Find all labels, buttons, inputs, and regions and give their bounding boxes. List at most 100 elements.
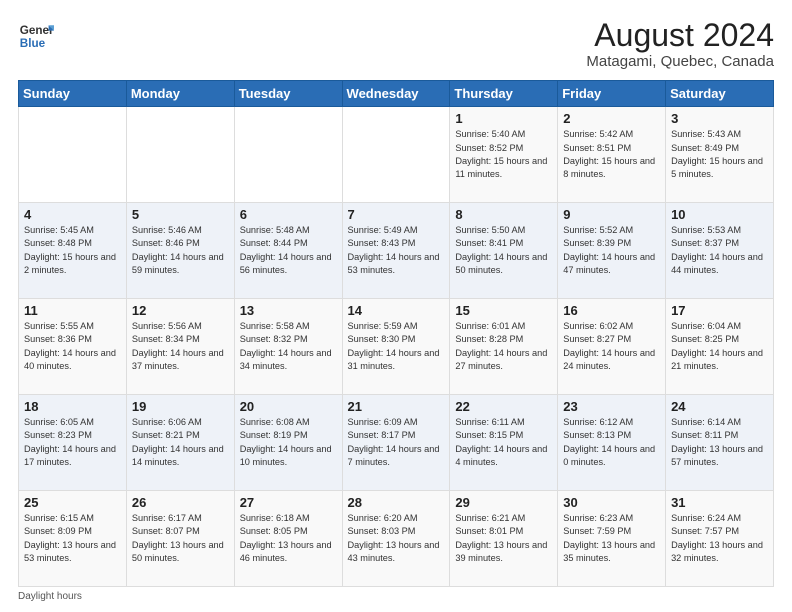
calendar-cell: 6Sunrise: 5:48 AM Sunset: 8:44 PM Daylig… <box>234 203 342 299</box>
main-title: August 2024 <box>586 18 774 53</box>
day-info: Sunrise: 5:55 AM Sunset: 8:36 PM Dayligh… <box>24 320 121 373</box>
day-info: Sunrise: 6:06 AM Sunset: 8:21 PM Dayligh… <box>132 416 229 469</box>
day-number: 25 <box>24 495 121 510</box>
day-number: 4 <box>24 207 121 222</box>
calendar-cell: 19 Sunrise: 6:06 AM Sunset: 8:21 PM Dayli… <box>126 395 234 491</box>
day-number: 1 <box>455 111 552 126</box>
week-row-4: 18 Sunrise: 6:05 AM Sunset: 8:23 PM Dayli… <box>19 395 774 491</box>
calendar-cell: 7Sunrise: 5:49 AM Sunset: 8:43 PM Daylig… <box>342 203 450 299</box>
calendar-cell: 18 Sunrise: 6:05 AM Sunset: 8:23 PM Dayli… <box>19 395 127 491</box>
calendar-cell: 25 Sunrise: 6:15 AM Sunset: 8:09 PM Dayli… <box>19 491 127 587</box>
calendar-cell: 10 Sunrise: 5:53 AM Sunset: 8:37 PM Dayli… <box>666 203 774 299</box>
day-number: 23 <box>563 399 660 414</box>
generalblue-logo-icon: General Blue <box>18 18 54 54</box>
day-number: 11 <box>24 303 121 318</box>
day-info: Sunrise: 6:17 AM Sunset: 8:07 PM Dayligh… <box>132 512 229 565</box>
day-number: 6 <box>240 207 337 222</box>
day-number: 10 <box>671 207 768 222</box>
day-info: Sunrise: 5:56 AM Sunset: 8:34 PM Dayligh… <box>132 320 229 373</box>
week-row-3: 11 Sunrise: 5:55 AM Sunset: 8:36 PM Dayli… <box>19 299 774 395</box>
week-row-1: 1 Sunrise: 5:40 AM Sunset: 8:52 PM Daylig… <box>19 107 774 203</box>
day-number: 19 <box>132 399 229 414</box>
calendar-cell: 8 Sunrise: 5:50 AM Sunset: 8:41 PM Daylig… <box>450 203 558 299</box>
svg-text:Blue: Blue <box>20 37 46 50</box>
logo: General Blue <box>18 18 54 54</box>
day-number: 2 <box>563 111 660 126</box>
calendar-cell: 13 Sunrise: 5:58 AM Sunset: 8:32 PM Dayli… <box>234 299 342 395</box>
day-info: Sunrise: 6:11 AM Sunset: 8:15 PM Dayligh… <box>455 416 552 469</box>
calendar-cell <box>19 107 127 203</box>
weekday-header-tuesday: Tuesday <box>234 81 342 107</box>
day-info: Sunrise: 5:43 AM Sunset: 8:49 PM Dayligh… <box>671 128 768 181</box>
title-block: August 2024 Matagami, Quebec, Canada <box>586 18 774 70</box>
weekday-header-monday: Monday <box>126 81 234 107</box>
day-info: Sunrise: 5:40 AM Sunset: 8:52 PM Dayligh… <box>455 128 552 181</box>
day-number: 20 <box>240 399 337 414</box>
day-info: Sunrise: 6:15 AM Sunset: 8:09 PM Dayligh… <box>24 512 121 565</box>
calendar-cell: 5 Sunrise: 5:46 AM Sunset: 8:46 PM Daylig… <box>126 203 234 299</box>
calendar-cell: 30Sunrise: 6:23 AM Sunset: 7:59 PM Dayli… <box>558 491 666 587</box>
calendar-cell: 3 Sunrise: 5:43 AM Sunset: 8:49 PM Daylig… <box>666 107 774 203</box>
day-info: Sunrise: 5:58 AM Sunset: 8:32 PM Dayligh… <box>240 320 337 373</box>
calendar-cell <box>234 107 342 203</box>
day-info: Sunrise: 5:59 AM Sunset: 8:30 PM Dayligh… <box>348 320 445 373</box>
day-number: 18 <box>24 399 121 414</box>
day-info: Sunrise: 5:52 AM Sunset: 8:39 PM Dayligh… <box>563 224 660 277</box>
day-number: 28 <box>348 495 445 510</box>
day-info: Sunrise: 6:21 AM Sunset: 8:01 PM Dayligh… <box>455 512 552 565</box>
calendar-cell: 21Sunrise: 6:09 AM Sunset: 8:17 PM Dayli… <box>342 395 450 491</box>
day-info: Sunrise: 6:01 AM Sunset: 8:28 PM Dayligh… <box>455 320 552 373</box>
day-number: 9 <box>563 207 660 222</box>
day-number: 8 <box>455 207 552 222</box>
day-number: 21 <box>348 399 445 414</box>
calendar-cell: 9 Sunrise: 5:52 AM Sunset: 8:39 PM Daylig… <box>558 203 666 299</box>
day-number: 17 <box>671 303 768 318</box>
day-info: Sunrise: 6:18 AM Sunset: 8:05 PM Dayligh… <box>240 512 337 565</box>
calendar-cell: 14 Sunrise: 5:59 AM Sunset: 8:30 PM Dayli… <box>342 299 450 395</box>
calendar-table: SundayMondayTuesdayWednesdayThursdayFrid… <box>18 80 774 587</box>
day-number: 31 <box>671 495 768 510</box>
day-info: Sunrise: 5:50 AM Sunset: 8:41 PM Dayligh… <box>455 224 552 277</box>
calendar-cell: 22 Sunrise: 6:11 AM Sunset: 8:15 PM Dayli… <box>450 395 558 491</box>
week-row-5: 25 Sunrise: 6:15 AM Sunset: 8:09 PM Dayli… <box>19 491 774 587</box>
calendar-cell: 15Sunrise: 6:01 AM Sunset: 8:28 PM Dayli… <box>450 299 558 395</box>
day-number: 22 <box>455 399 552 414</box>
weekday-header-row: SundayMondayTuesdayWednesdayThursdayFrid… <box>19 81 774 107</box>
day-info: Sunrise: 6:24 AM Sunset: 7:57 PM Dayligh… <box>671 512 768 565</box>
calendar-cell: 4 Sunrise: 5:45 AM Sunset: 8:48 PM Daylig… <box>19 203 127 299</box>
day-info: Sunrise: 5:46 AM Sunset: 8:46 PM Dayligh… <box>132 224 229 277</box>
weekday-header-sunday: Sunday <box>19 81 127 107</box>
calendar-cell: 28 Sunrise: 6:20 AM Sunset: 8:03 PM Dayli… <box>342 491 450 587</box>
weekday-header-wednesday: Wednesday <box>342 81 450 107</box>
day-info: Sunrise: 5:42 AM Sunset: 8:51 PM Dayligh… <box>563 128 660 181</box>
calendar-cell: 23Sunrise: 6:12 AM Sunset: 8:13 PM Dayli… <box>558 395 666 491</box>
day-info: Sunrise: 5:53 AM Sunset: 8:37 PM Dayligh… <box>671 224 768 277</box>
day-number: 24 <box>671 399 768 414</box>
calendar-cell <box>126 107 234 203</box>
day-info: Sunrise: 5:45 AM Sunset: 8:48 PM Dayligh… <box>24 224 121 277</box>
day-number: 26 <box>132 495 229 510</box>
day-number: 5 <box>132 207 229 222</box>
day-number: 3 <box>671 111 768 126</box>
day-info: Sunrise: 6:02 AM Sunset: 8:27 PM Dayligh… <box>563 320 660 373</box>
calendar-cell: 26 Sunrise: 6:17 AM Sunset: 8:07 PM Dayli… <box>126 491 234 587</box>
page: General Blue August 2024 Matagami, Quebe… <box>0 0 792 612</box>
day-number: 13 <box>240 303 337 318</box>
calendar-cell: 2 Sunrise: 5:42 AM Sunset: 8:51 PM Daylig… <box>558 107 666 203</box>
day-number: 27 <box>240 495 337 510</box>
calendar-cell: 24 Sunrise: 6:14 AM Sunset: 8:11 PM Dayli… <box>666 395 774 491</box>
weekday-header-saturday: Saturday <box>666 81 774 107</box>
calendar-cell: 20 Sunrise: 6:08 AM Sunset: 8:19 PM Dayli… <box>234 395 342 491</box>
day-number: 12 <box>132 303 229 318</box>
calendar-cell: 17Sunrise: 6:04 AM Sunset: 8:25 PM Dayli… <box>666 299 774 395</box>
day-number: 29 <box>455 495 552 510</box>
calendar-cell: 31 Sunrise: 6:24 AM Sunset: 7:57 PM Dayli… <box>666 491 774 587</box>
calendar-cell: 11 Sunrise: 5:55 AM Sunset: 8:36 PM Dayli… <box>19 299 127 395</box>
calendar-cell: 12 Sunrise: 5:56 AM Sunset: 8:34 PM Dayli… <box>126 299 234 395</box>
day-number: 14 <box>348 303 445 318</box>
day-info: Sunrise: 6:08 AM Sunset: 8:19 PM Dayligh… <box>240 416 337 469</box>
weekday-header-thursday: Thursday <box>450 81 558 107</box>
day-info: Sunrise: 6:14 AM Sunset: 8:11 PM Dayligh… <box>671 416 768 469</box>
day-info: Sunrise: 6:05 AM Sunset: 8:23 PM Dayligh… <box>24 416 121 469</box>
day-info: Sunrise: 6:20 AM Sunset: 8:03 PM Dayligh… <box>348 512 445 565</box>
